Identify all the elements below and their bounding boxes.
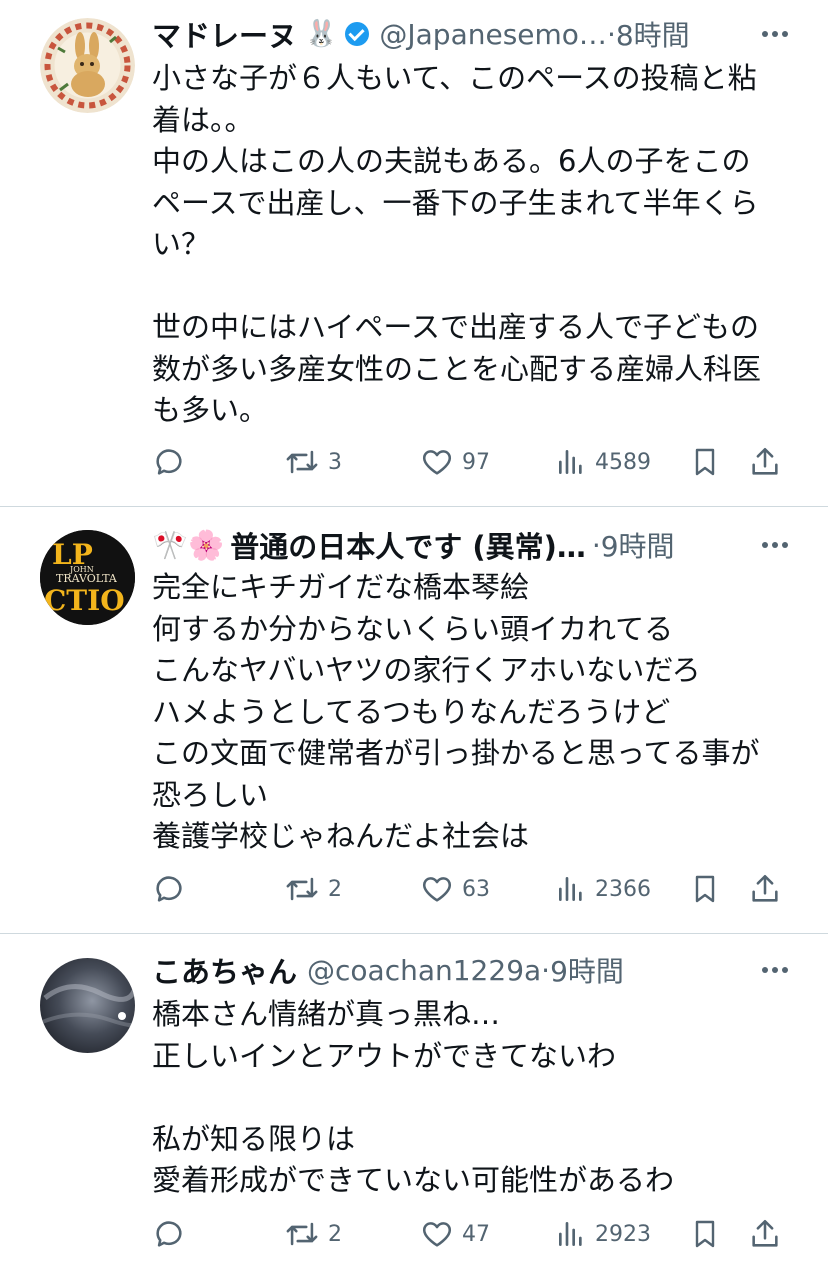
like-button[interactable]: 47 <box>420 1214 490 1254</box>
post-1[interactable]: マドレーヌ 🐰 @Japanesemo… · 8時間 小さな子が６人もいて、この… <box>0 0 828 505</box>
action-bar: 2 63 2366 <box>152 869 788 909</box>
like-icon <box>422 450 452 475</box>
text-line: 私が知る限りは <box>152 1121 356 1156</box>
reply-icon <box>156 1221 182 1247</box>
text-line: 数が多い多産女性のことを心配する産婦人科医 <box>152 351 762 386</box>
retweet-button[interactable]: 2 <box>284 1214 342 1254</box>
views-button[interactable]: 2923 <box>555 1214 651 1254</box>
text-line: 中の人はこの人の夫説もある。6人の子をこの <box>152 144 751 178</box>
share-button[interactable] <box>748 869 782 909</box>
post-text: 完全にキチガイだな橋本琴絵 何するか分からないくらい頭イカれてる こんなヤバいヤ… <box>152 567 792 858</box>
retweet-icon <box>286 1222 318 1246</box>
reply-button[interactable] <box>152 442 186 482</box>
text-line: も多い。 <box>152 393 269 427</box>
post-text: 橋本さん情緒が真っ黒ね… 正しいインとアウトができてないわ 私が知る限りは 愛着… <box>152 994 792 1202</box>
post-header: マドレーヌ 🐰 @Japanesemo… · 8時間 <box>152 12 828 56</box>
like-button[interactable]: 63 <box>420 869 490 909</box>
display-name[interactable]: 普通の日本人です (異常)… <box>230 524 586 566</box>
like-count: 63 <box>462 876 490 902</box>
action-bar: 3 97 4589 <box>152 442 788 482</box>
views-icon <box>559 450 582 474</box>
more-icon[interactable] <box>762 523 788 567</box>
retweet-count: 2 <box>328 876 342 902</box>
avatar-movie-poster[interactable]: LP JOHN TRAVOLTA CTIO <box>40 530 135 625</box>
avatar-night-sky[interactable] <box>40 958 135 1053</box>
text-line: ペースで出産し、一番下の子生まれて半年くら <box>152 185 759 220</box>
like-count: 97 <box>462 449 490 475</box>
like-count: 47 <box>462 1221 490 1247</box>
reply-button[interactable] <box>152 869 186 909</box>
post-header: 🎌🌸 普通の日本人です (異常)… · 9時間 <box>152 523 828 567</box>
bookmark-button[interactable] <box>689 869 721 909</box>
more-icon[interactable] <box>762 948 788 992</box>
text-line: 完全にキチガイだな橋本琴絵 <box>152 570 530 604</box>
reply-icon <box>156 876 182 902</box>
share-button[interactable] <box>748 442 782 482</box>
views-icon <box>559 877 582 901</box>
retweet-button[interactable]: 3 <box>284 442 342 482</box>
text-line: この文面で健常者が引っ掛かると思ってる事が <box>152 736 760 770</box>
more-icon[interactable] <box>762 12 788 56</box>
views-button[interactable]: 4589 <box>555 442 651 482</box>
bookmark-icon <box>695 1220 715 1248</box>
retweet-icon <box>286 877 318 901</box>
action-bar: 2 47 2923 <box>152 1214 788 1254</box>
bookmark-button[interactable] <box>689 442 721 482</box>
views-icon <box>559 1222 582 1246</box>
retweet-count: 3 <box>328 449 342 475</box>
text-line: 恐ろしい <box>152 777 269 812</box>
separator-dot: · <box>606 17 616 51</box>
like-icon <box>422 877 452 902</box>
text-line: 橋本さん情緒が真っ黒ね… <box>152 997 501 1031</box>
post-3[interactable]: こあちゃん @coachan1229a · 9時間 橋本さん情緒が真っ黒ね… 正… <box>0 934 828 1270</box>
bookmark-icon <box>695 448 715 476</box>
text-line: ハメようとしてるつもりなんだろうけど <box>152 694 671 729</box>
reply-icon <box>156 449 182 475</box>
post-text: 小さな子が６人もいて、このペースの投稿と粘 着は。。 中の人はこの人の夫説もある… <box>152 58 792 432</box>
post-2[interactable]: LP JOHN TRAVOLTA CTIO 🎌🌸 普通の日本人です (異常)… … <box>0 507 828 932</box>
verified-badge-icon <box>345 22 370 46</box>
avatar-rabbit[interactable] <box>40 18 135 113</box>
views-button[interactable]: 2366 <box>555 869 651 909</box>
separator-dot: · <box>541 953 551 987</box>
user-handle[interactable]: @coachan1229a <box>307 954 541 987</box>
retweet-count: 2 <box>328 1221 342 1247</box>
display-name-emoji: 🎌🌸 <box>152 527 225 562</box>
share-button[interactable] <box>748 1214 782 1254</box>
text-line: 何するか分からないくらい頭イカれてる <box>152 611 674 646</box>
share-icon <box>752 874 778 902</box>
views-count: 4589 <box>595 449 651 475</box>
user-handle[interactable]: @Japanesemo… <box>379 18 607 51</box>
post-time[interactable]: 8時間 <box>616 14 690 54</box>
bookmark-button[interactable] <box>689 1214 721 1254</box>
text-line: 養護学校じゃねんだよ社会は <box>152 819 530 853</box>
retweet-button[interactable]: 2 <box>284 869 342 909</box>
display-name[interactable]: マドレーヌ <box>152 13 297 55</box>
text-line: 着は。。 <box>152 102 254 137</box>
text-line: こんなヤバいヤツの家行くアホいないだろ <box>152 653 701 687</box>
post-header: こあちゃん @coachan1229a · 9時間 <box>152 948 828 992</box>
text-line: 正しいインとアウトができてないわ <box>152 1038 617 1073</box>
retweet-icon <box>286 450 318 474</box>
text-line: い？ <box>152 227 211 261</box>
post-time[interactable]: 9時間 <box>550 950 624 990</box>
share-icon <box>752 1219 778 1247</box>
views-count: 2923 <box>595 1221 651 1247</box>
views-count: 2366 <box>595 876 651 902</box>
like-icon <box>422 1222 452 1247</box>
display-name[interactable]: こあちゃん <box>152 949 297 991</box>
rabbit-emoji-icon: 🐰 <box>305 19 338 49</box>
text-line: 小さな子が６人もいて、このペースの投稿と粘 <box>152 61 757 95</box>
poster-text: CTIO <box>44 584 125 617</box>
like-button[interactable]: 97 <box>420 442 490 482</box>
text-line: 世の中にはハイペースで出産する人で子どもの <box>152 310 759 344</box>
text-line <box>152 266 792 308</box>
text-line: 愛着形成ができていない可能性があるわ <box>152 1163 675 1197</box>
bookmark-icon <box>695 875 715 903</box>
post-time[interactable]: 9時間 <box>601 525 675 565</box>
separator-dot: · <box>591 528 601 562</box>
text-line <box>152 1077 792 1119</box>
reply-button[interactable] <box>152 1214 186 1254</box>
share-icon <box>752 447 778 475</box>
